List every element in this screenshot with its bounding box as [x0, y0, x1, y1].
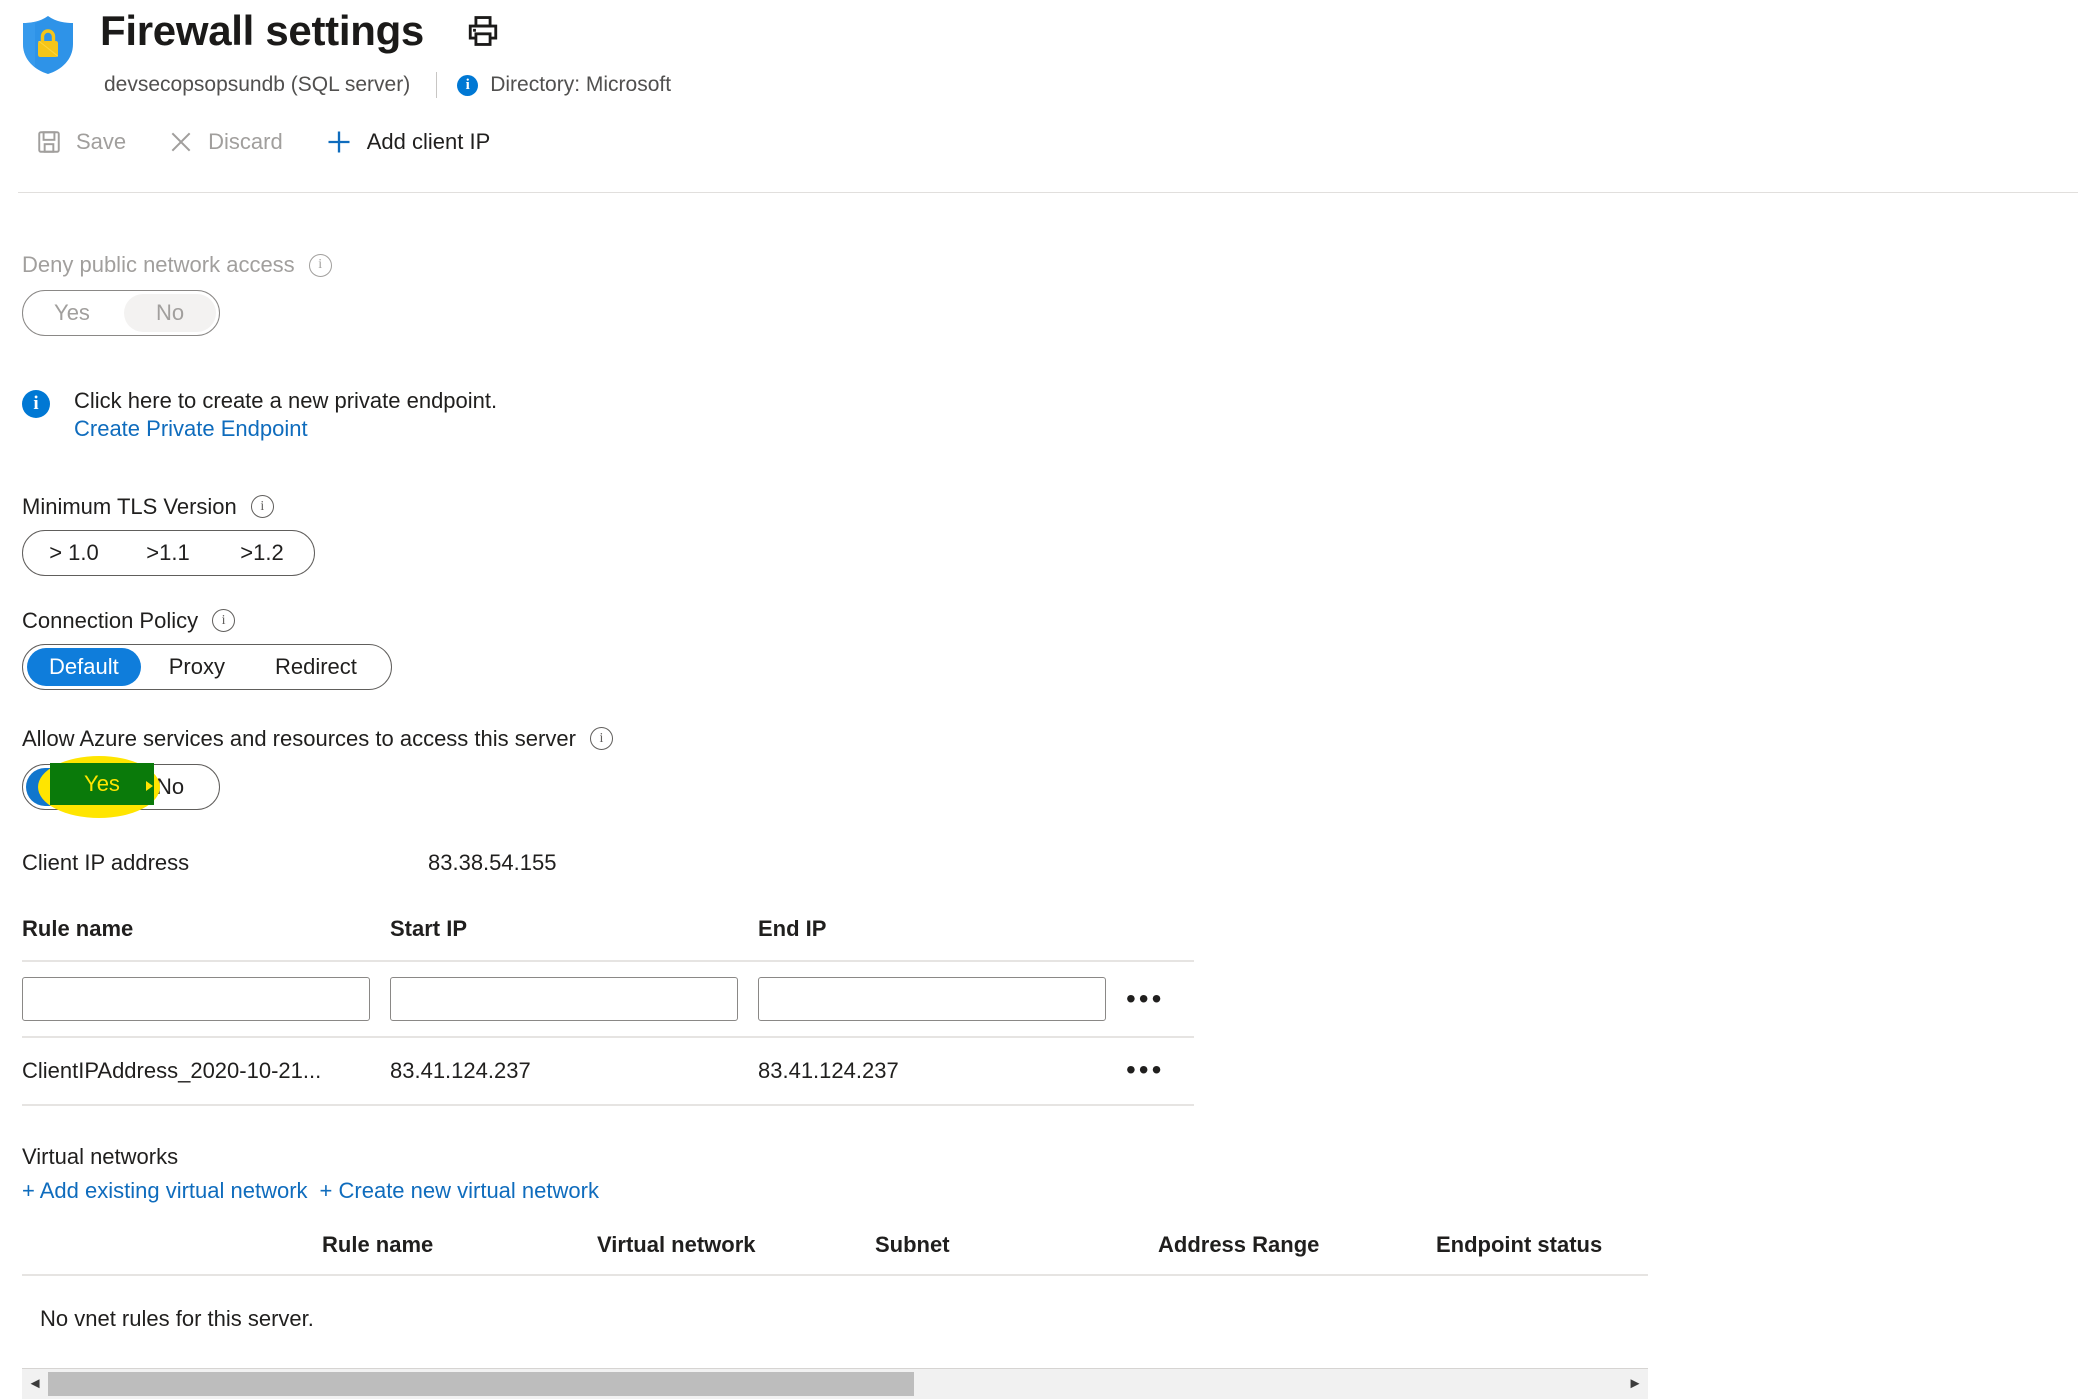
firewall-rules-header: Rule name Start IP End IP	[22, 916, 1194, 960]
add-client-ip-button[interactable]: Add client IP	[325, 128, 491, 156]
minimum-tls-version-section: Minimum TLS Version i > 1.0 >1.1 >1.2	[22, 494, 2062, 576]
end-ip-input[interactable]	[758, 976, 1106, 1021]
info-icon[interactable]: i	[250, 495, 274, 519]
tls-option-1-0[interactable]: > 1.0	[28, 534, 120, 572]
column-header-rule-name: Rule name	[322, 1231, 434, 1257]
column-header-end-ip: End IP	[758, 915, 827, 941]
header-divider	[18, 192, 2078, 193]
client-ip-label: Client IP address	[22, 849, 190, 875]
save-button[interactable]: Save	[36, 129, 126, 155]
allow-azure-services-label: Allow Azure services and resources to ac…	[22, 726, 2062, 752]
client-ip-value: 83.38.54.155	[428, 849, 557, 875]
column-header-rule-name: Rule name	[22, 915, 134, 941]
client-ip-row: Client IP address 83.38.54.155	[22, 850, 2062, 876]
close-icon	[168, 129, 194, 155]
save-icon	[36, 129, 62, 155]
directory-label: Directory: Microsoft	[490, 73, 672, 96]
deny-public-network-toggle[interactable]: Yes No	[22, 290, 220, 336]
info-icon[interactable]: i	[308, 253, 332, 277]
tls-option-1-1[interactable]: >1.1	[122, 534, 214, 572]
callout-message: Click here to create a new private endpo…	[74, 388, 498, 413]
connection-policy-toggle[interactable]: Default Proxy Redirect	[22, 643, 392, 690]
create-private-endpoint-link[interactable]: Create Private Endpoint	[74, 416, 308, 441]
allow-azure-services-toggle[interactable]: Yes No	[22, 763, 220, 810]
minimum-tls-version-label: Minimum TLS Version i	[22, 494, 2062, 520]
add-client-ip-label: Add client IP	[366, 129, 491, 154]
allow-azure-option-yes[interactable]: Yes	[26, 767, 118, 806]
subtitle-row: devsecopsopsundb (SQL server) i Director…	[104, 72, 671, 98]
print-icon[interactable]	[466, 14, 500, 48]
save-label: Save	[76, 129, 127, 154]
connection-policy-option-redirect[interactable]: Redirect	[253, 648, 379, 686]
virtual-networks-table: Rule name Virtual network Subnet Address…	[22, 1232, 1648, 1399]
firewall-settings-page: Firewall settings devsecopsopsundb (SQL …	[0, 0, 2092, 1400]
scrollbar-thumb[interactable]	[48, 1371, 914, 1396]
column-header-spacer	[22, 1232, 322, 1258]
virtual-networks-title: Virtual networks	[22, 1143, 179, 1169]
firewall-rule-new-row: •••	[22, 962, 1194, 1036]
column-header-endpoint-status: Endpoint status	[1436, 1231, 1603, 1257]
allow-azure-option-no[interactable]: No	[124, 768, 216, 806]
new-start-ip-cell	[390, 976, 758, 1021]
connection-policy-label: Connection Policy i	[22, 608, 2062, 634]
deny-public-network-section: Deny public network access i Yes No	[22, 252, 2062, 336]
rule-name-input[interactable]	[22, 976, 370, 1021]
plus-icon	[325, 128, 353, 156]
connection-policy-section: Connection Policy i Default Proxy Redire…	[22, 608, 2062, 690]
new-end-ip-cell	[758, 976, 1126, 1021]
virtual-networks-links: + Add existing virtual network + Create …	[22, 1178, 2062, 1204]
new-row-actions-cell: •••	[1126, 983, 1194, 1014]
new-rule-name-cell	[22, 976, 390, 1021]
table-divider	[22, 1103, 1194, 1106]
info-icon: i	[22, 390, 50, 418]
column-header-virtual-network: Virtual network	[597, 1231, 756, 1257]
settings-body: Deny public network access i Yes No i Cl…	[22, 252, 2062, 1399]
shield-lock-icon	[23, 16, 73, 74]
discard-label: Discard	[208, 129, 283, 154]
cell-end-ip: 83.41.124.237	[758, 1057, 899, 1083]
more-options-icon[interactable]: •••	[1126, 1054, 1164, 1085]
title-row: Firewall settings	[100, 7, 500, 54]
scrollbar-track[interactable]	[48, 1369, 1622, 1399]
virtual-networks-empty-message: No vnet rules for this server.	[40, 1305, 314, 1331]
row-actions-cell: •••	[1126, 1056, 1194, 1085]
allow-azure-services-section: Allow Azure services and resources to ac…	[22, 726, 2062, 818]
info-icon: i	[457, 74, 479, 96]
column-header-subnet: Subnet	[875, 1231, 950, 1257]
deny-option-no[interactable]: No	[124, 294, 216, 332]
column-header-start-ip: Start IP	[390, 915, 468, 941]
page-title: Firewall settings	[100, 7, 424, 54]
scroll-left-arrow-icon[interactable]: ◄	[22, 1369, 48, 1399]
scroll-right-arrow-icon[interactable]: ►	[1622, 1369, 1648, 1399]
private-endpoint-callout: i Click here to create a new private end…	[22, 386, 2062, 442]
more-options-icon[interactable]: •••	[1126, 983, 1164, 1014]
resource-subtitle: devsecopsopsundb (SQL server)	[104, 73, 411, 96]
deny-public-network-label: Deny public network access i	[22, 252, 2062, 278]
create-new-virtual-network-link[interactable]: + Create new virtual network	[320, 1178, 599, 1204]
cell-start-ip: 83.41.124.237	[390, 1057, 531, 1083]
command-bar: Save Discard Add client IP	[0, 128, 2092, 156]
cell-rule-name: ClientIPAddress_2020-10-21...	[22, 1057, 322, 1083]
info-icon[interactable]: i	[589, 727, 613, 751]
deny-option-yes[interactable]: Yes	[26, 294, 118, 332]
connection-policy-option-proxy[interactable]: Proxy	[147, 648, 247, 686]
table-row: ClientIPAddress_2020-10-21... 83.41.124.…	[22, 1038, 1194, 1104]
connection-policy-option-default[interactable]: Default	[27, 647, 141, 686]
start-ip-input[interactable]	[390, 976, 738, 1021]
virtual-networks-section: Virtual networks + Add existing virtual …	[22, 1144, 2062, 1399]
add-existing-virtual-network-link[interactable]: + Add existing virtual network	[22, 1178, 308, 1204]
tls-option-1-2[interactable]: >1.2	[216, 534, 308, 572]
info-icon[interactable]: i	[212, 609, 236, 633]
virtual-networks-header: Rule name Virtual network Subnet Address…	[22, 1232, 1648, 1274]
horizontal-scrollbar[interactable]: ◄ ►	[22, 1367, 1648, 1399]
column-header-actions	[1126, 916, 1194, 942]
subtitle-divider	[436, 72, 438, 98]
minimum-tls-version-toggle[interactable]: > 1.0 >1.1 >1.2	[22, 529, 315, 576]
column-header-address-range: Address Range	[1158, 1231, 1320, 1257]
discard-button[interactable]: Discard	[168, 129, 283, 155]
firewall-rules-table: Rule name Start IP End IP ••• ClientIPAd…	[22, 916, 1194, 1106]
callout-body: Click here to create a new private endpo…	[74, 386, 497, 442]
